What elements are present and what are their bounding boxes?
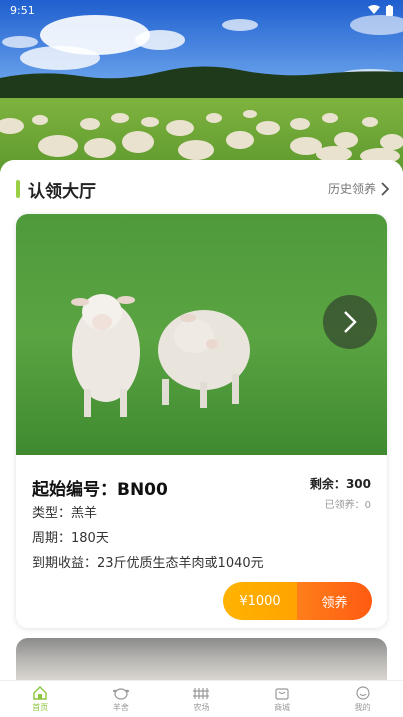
battery-icon <box>386 4 393 16</box>
chevron-right-icon <box>381 181 389 196</box>
hero-banner <box>0 0 403 172</box>
tab-shop-label: 商城 <box>274 703 291 712</box>
adopt-button[interactable]: 领养 <box>297 582 372 620</box>
remaining-label: 剩余： <box>309 477 346 491</box>
history-adopt-label: 历史领养 <box>327 182 376 196</box>
type-label: 类型： <box>32 506 72 521</box>
tab-farm[interactable]: 农场 <box>161 681 242 717</box>
chevron-right-icon <box>344 311 357 333</box>
section-accent-bar <box>16 180 20 198</box>
card-body: 起始编号：BN00 剩余：300 已领养：0 类型：羔羊 周期：180天 到期收… <box>16 455 387 628</box>
next-adopt-card-preview[interactable] <box>16 638 387 680</box>
fence-icon <box>193 688 210 699</box>
adopted-label: 已领养： <box>324 500 365 511</box>
cycle-label: 周期： <box>32 531 72 546</box>
wifi-icon <box>368 5 380 14</box>
hero-pasture-image <box>0 0 403 172</box>
type-value: 羔羊 <box>71 506 98 521</box>
adopted-count: 已领养：0 <box>325 496 371 511</box>
tab-shop[interactable]: 商城 <box>242 681 323 717</box>
start-code-label: 起始编号： <box>32 480 117 500</box>
tab-mine-label: 我的 <box>354 703 371 712</box>
start-code-value: BN00 <box>117 480 168 500</box>
tab-farm-label: 农场 <box>193 703 210 712</box>
bottom-tab-bar: 首页 羊舍 农场 商城 我的 <box>0 680 403 717</box>
adopted-value: 0 <box>364 500 371 511</box>
price-button[interactable]: ¥1000 <box>223 582 297 620</box>
sheep-icon <box>112 688 129 700</box>
income-info: 到期收益：23斤优质生态羊肉或1040元 <box>32 552 264 571</box>
smiley-icon <box>356 686 370 700</box>
adopt-card[interactable]: 起始编号：BN00 剩余：300 已领养：0 类型：羔羊 周期：180天 到期收… <box>16 214 387 628</box>
tab-sheepfold-label: 羊舍 <box>112 703 129 712</box>
section-header: 认领大厅 历史领养 <box>0 174 403 204</box>
section-title: 认领大厅 <box>28 182 96 202</box>
start-code: 起始编号：BN00 <box>32 475 168 500</box>
tab-home-label: 首页 <box>32 703 49 712</box>
cycle-value: 180天 <box>71 531 109 546</box>
income-label: 到期收益： <box>32 556 98 571</box>
history-adopt-link[interactable]: 历史领养 <box>328 180 389 197</box>
tab-mine[interactable]: 我的 <box>322 681 403 717</box>
status-icons <box>368 4 393 16</box>
remaining-value: 300 <box>345 477 371 491</box>
cycle-info: 周期：180天 <box>32 527 109 546</box>
status-time: 9:51 <box>10 3 35 17</box>
content-panel: 认领大厅 历史领养 起始编号：BN00 剩余：300 已领养：0 类型：羔羊 周… <box>0 160 403 680</box>
app-screen: 9:51 认领大厅 历史领养 起始编号：BN00 剩余：300 已领养：0 类型… <box>0 0 403 717</box>
next-image-button[interactable] <box>323 295 377 349</box>
income-value: 23斤优质生态羊肉或1040元 <box>97 556 264 571</box>
status-bar: 9:51 <box>0 0 403 20</box>
type-info: 类型：羔羊 <box>32 502 97 521</box>
adopt-action-group: ¥1000 领养 <box>223 582 372 620</box>
lamb-photo <box>16 214 387 455</box>
home-icon <box>33 686 47 700</box>
remaining-count: 剩余：300 <box>310 475 371 492</box>
shop-bag-icon <box>275 688 289 700</box>
tab-sheepfold[interactable]: 羊舍 <box>81 681 162 717</box>
tab-home[interactable]: 首页 <box>0 681 81 717</box>
